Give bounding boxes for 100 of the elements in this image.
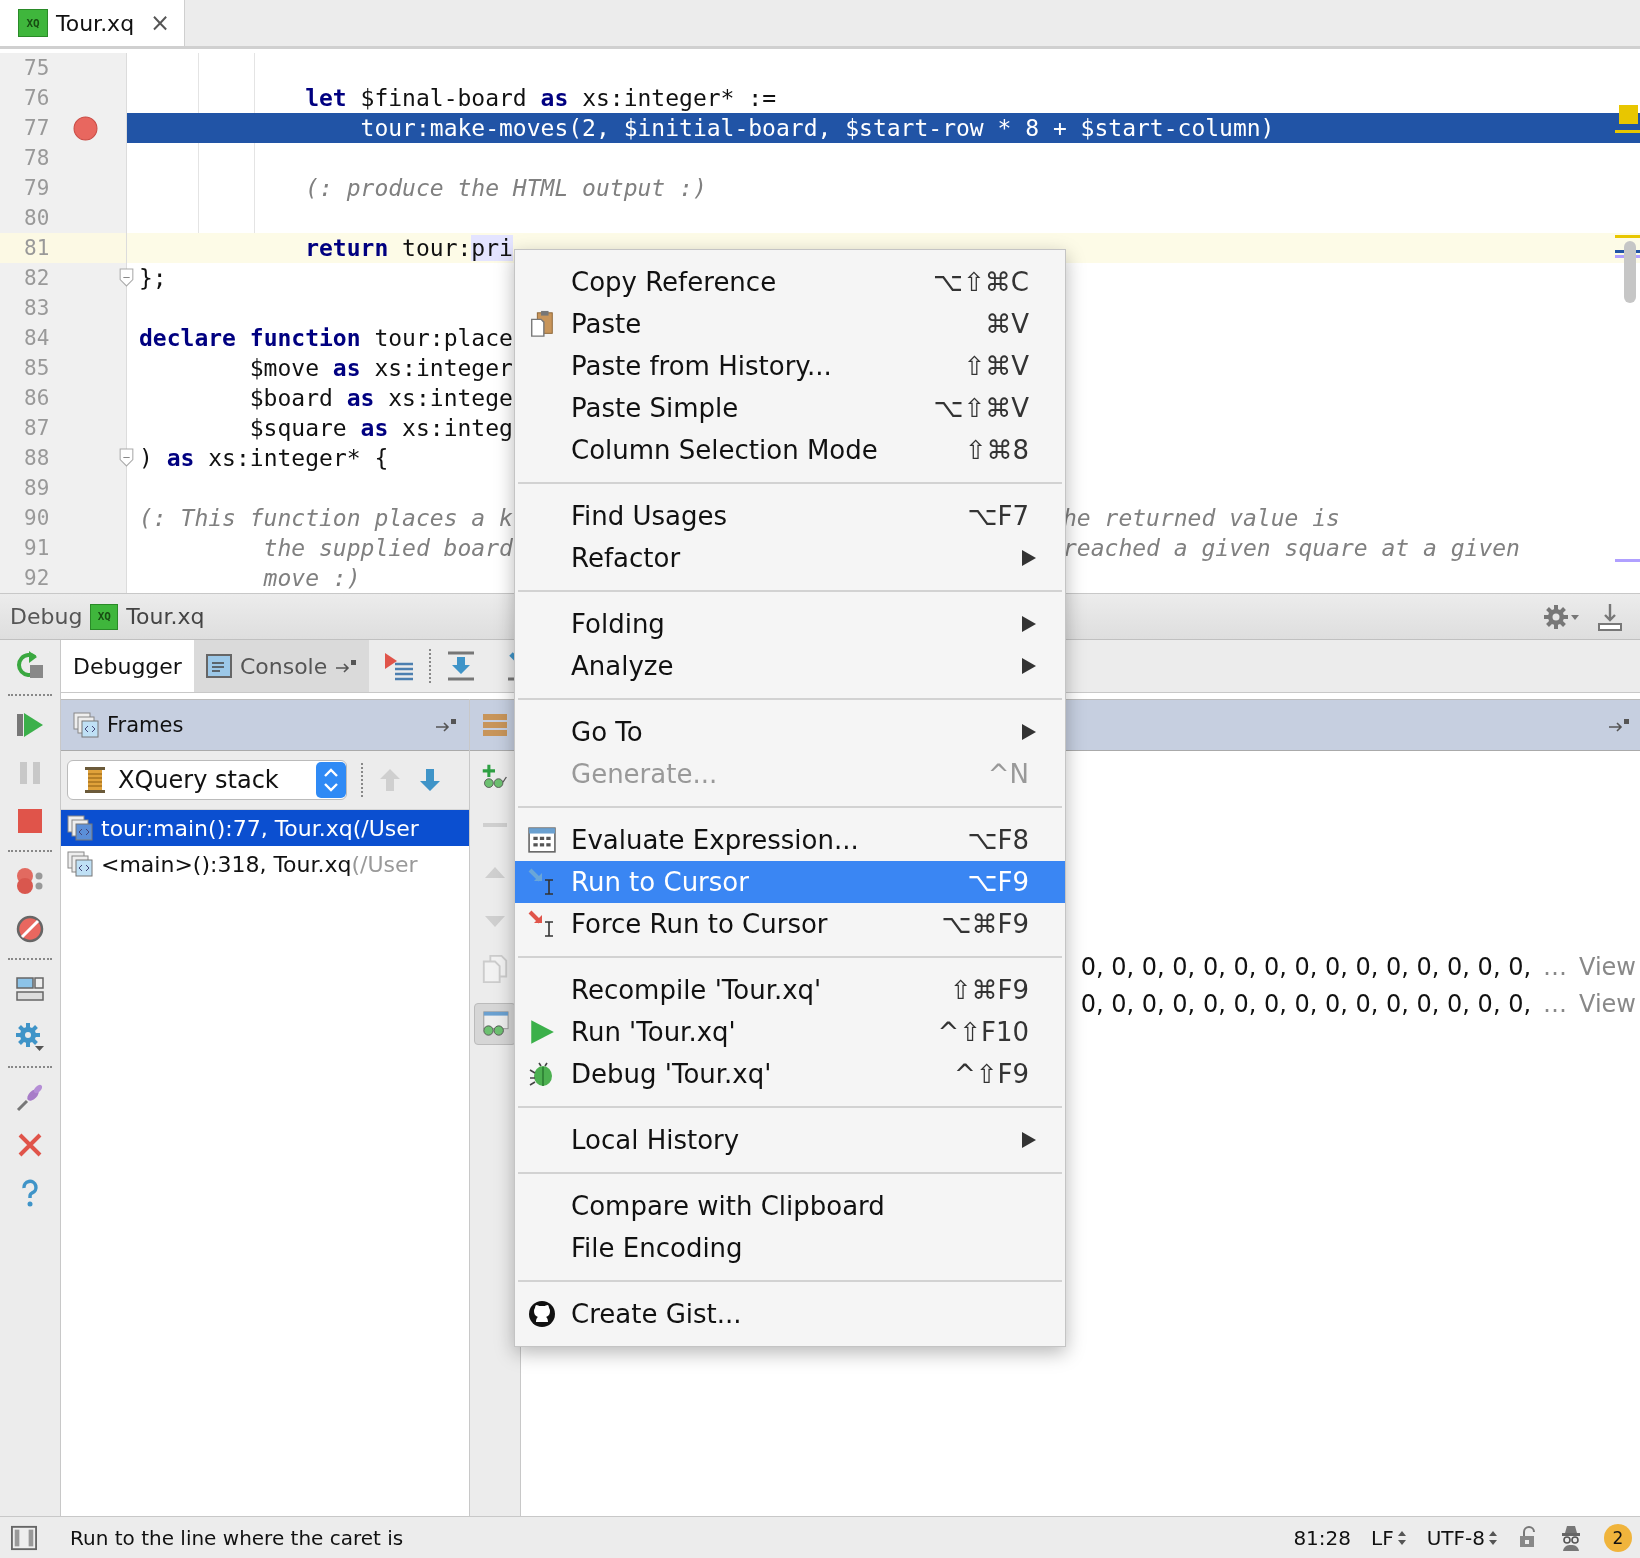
menu-item[interactable]: Local History	[515, 1119, 1065, 1161]
shortcut-label: ^N	[987, 759, 1029, 789]
menu-item[interactable]: Run 'Tour.xq' ^⇧F10	[515, 1011, 1065, 1053]
scrollbar-thumb[interactable]	[1624, 241, 1636, 303]
menu-item[interactable]: Find Usages ⌥F7	[515, 495, 1065, 537]
show-execution-point-icon[interactable]	[383, 650, 416, 682]
fold-icon[interactable]	[119, 448, 134, 467]
octocat-icon	[528, 1300, 556, 1328]
menu-item[interactable]: Folding	[515, 603, 1065, 645]
glasses-icon	[480, 1010, 510, 1038]
line-separator-selector[interactable]: LF	[1371, 1525, 1407, 1550]
run-icon	[528, 1018, 556, 1046]
pin-icon[interactable]	[435, 718, 457, 732]
breakpoints-icon[interactable]	[15, 866, 45, 896]
view-link[interactable]: View	[1579, 989, 1636, 1018]
tool-window-icon[interactable]	[10, 1524, 38, 1551]
menu-item[interactable]: Paste from History... ⇧⌘V	[515, 345, 1065, 387]
watches-toggle[interactable]	[474, 1003, 516, 1045]
run-config-label: Tour.xq	[126, 604, 205, 629]
menu-item[interactable]: Force Run to Cursor ⌥⌘F9	[515, 903, 1065, 945]
list-icon[interactable]	[481, 711, 509, 739]
rerun-icon[interactable]	[15, 650, 45, 680]
shortcut-label: ⌥F9	[967, 867, 1029, 897]
menu-item[interactable]: Column Selection Mode ⇧⌘8	[515, 429, 1065, 471]
scroll-marker	[1615, 130, 1640, 133]
shortcut-label: ⌥F7	[967, 501, 1029, 531]
menu-item[interactable]: Compare with Clipboard	[515, 1185, 1065, 1227]
pin-icon[interactable]	[335, 659, 358, 673]
thread-dropdown[interactable]: XQuery stack	[67, 760, 347, 800]
editor-tab[interactable]: XQ Tour.xq ×	[0, 0, 186, 46]
caret-position[interactable]: 81:28	[1293, 1525, 1352, 1550]
encoding-selector[interactable]: UTF-8	[1426, 1525, 1498, 1550]
dropdown-stepper-icon	[316, 761, 346, 799]
cursor-arrow-icon	[528, 910, 556, 938]
menu-item[interactable]: Go To	[515, 711, 1065, 753]
frames-icon	[73, 712, 99, 738]
shortcut-label: ⇧⌘F9	[949, 975, 1029, 1005]
settings-icon[interactable]	[15, 1022, 45, 1052]
lock-icon[interactable]	[1518, 1525, 1538, 1550]
calculator-icon	[528, 826, 556, 854]
panel-title: Debug	[10, 604, 83, 629]
close-icon[interactable]: ×	[150, 9, 171, 37]
clipboard-icon	[528, 310, 556, 338]
shortcut-label: ⇧⌘V	[963, 351, 1029, 381]
layout-icon[interactable]	[15, 974, 45, 1004]
code-line: return tour:pri	[305, 235, 513, 261]
pin-icon[interactable]	[1608, 718, 1630, 732]
line-number: 92	[24, 566, 50, 590]
shortcut-label: ⌘V	[985, 309, 1029, 339]
code-line: $board as xs:intege	[249, 385, 513, 411]
line-number: 86	[24, 386, 50, 410]
fold-icon[interactable]	[119, 268, 134, 287]
cursor-arrow-icon	[528, 868, 556, 896]
status-indicator	[1619, 105, 1638, 124]
menu-item[interactable]: Paste Simple ⌥⇧⌘V	[515, 387, 1065, 429]
shortcut-label: ⌥F8	[967, 825, 1029, 855]
shortcut-label: ^⇧F10	[937, 1017, 1029, 1047]
pin-icon[interactable]	[15, 1082, 45, 1112]
panel-title: Frames	[107, 713, 184, 737]
line-number: 85	[24, 356, 50, 380]
mute-breakpoints-icon[interactable]	[15, 914, 45, 944]
variable-value: 0, 0, 0, 0, 0, 0, 0, 0, 0, 0, 0, 0, 0, 0, 0,	[1080, 952, 1532, 981]
shortcut-label: ^⇧F9	[953, 1059, 1029, 1089]
notification-badge[interactable]: 2	[1604, 1523, 1632, 1552]
line-number: 80	[24, 206, 50, 230]
menu-item[interactable]: Recompile 'Tour.xq' ⇧⌘F9	[515, 969, 1065, 1011]
stop-icon[interactable]	[15, 806, 45, 836]
code-line: move :)	[263, 565, 361, 591]
hide-panel-icon[interactable]	[1596, 601, 1624, 632]
add-watch-icon[interactable]	[481, 763, 509, 791]
code-line: $square as xs:integ	[249, 415, 513, 441]
menu-item[interactable]: Create Gist...	[515, 1293, 1065, 1335]
line-number: 90	[24, 506, 50, 530]
console-icon	[205, 653, 232, 679]
menu-item[interactable]: Evaluate Expression... ⌥F8	[515, 819, 1065, 861]
menu-item[interactable]: Refactor	[515, 537, 1065, 579]
view-link[interactable]: View	[1579, 952, 1636, 981]
menu-item[interactable]: File Encoding	[515, 1227, 1065, 1269]
variable-value: 0, 0, 0, 0, 0, 0, 0, 0, 0, 0, 0, 0, 0, 0, 0,	[1080, 989, 1532, 1018]
menu-item[interactable]: Debug 'Tour.xq' ^⇧F9	[515, 1053, 1065, 1095]
menu-item[interactable]: Analyze	[515, 645, 1065, 687]
panel-tab[interactable]: Console	[193, 640, 370, 692]
menu-item[interactable]: Paste ⌘V	[515, 303, 1065, 345]
menu-item[interactable]: Run to Cursor ⌥F9	[515, 861, 1065, 903]
menu-item[interactable]: Copy Reference ⌥⇧⌘C	[515, 261, 1065, 303]
line-number: 81	[24, 236, 50, 260]
frame-item[interactable]: tour:main():77, Tour.xq(/User	[61, 810, 469, 846]
frame-icon	[67, 815, 93, 841]
up-down-icon	[1396, 1529, 1407, 1546]
spool-icon	[84, 766, 106, 794]
line-number: 79	[24, 176, 50, 200]
truncation-mark: …	[1543, 952, 1568, 981]
panel-tab[interactable]: Debugger	[61, 640, 194, 692]
code-line: let $final-board as xs:integer* :=	[305, 85, 776, 111]
code-line: (: produce the HTML output :)	[305, 175, 707, 201]
resume-icon[interactable]	[15, 710, 45, 740]
breakpoint-icon[interactable]	[73, 116, 98, 141]
frame-item[interactable]: <main>():318, Tour.xq(/User	[61, 846, 469, 882]
scroll-marker	[1615, 235, 1640, 238]
line-number: 84	[24, 326, 50, 350]
